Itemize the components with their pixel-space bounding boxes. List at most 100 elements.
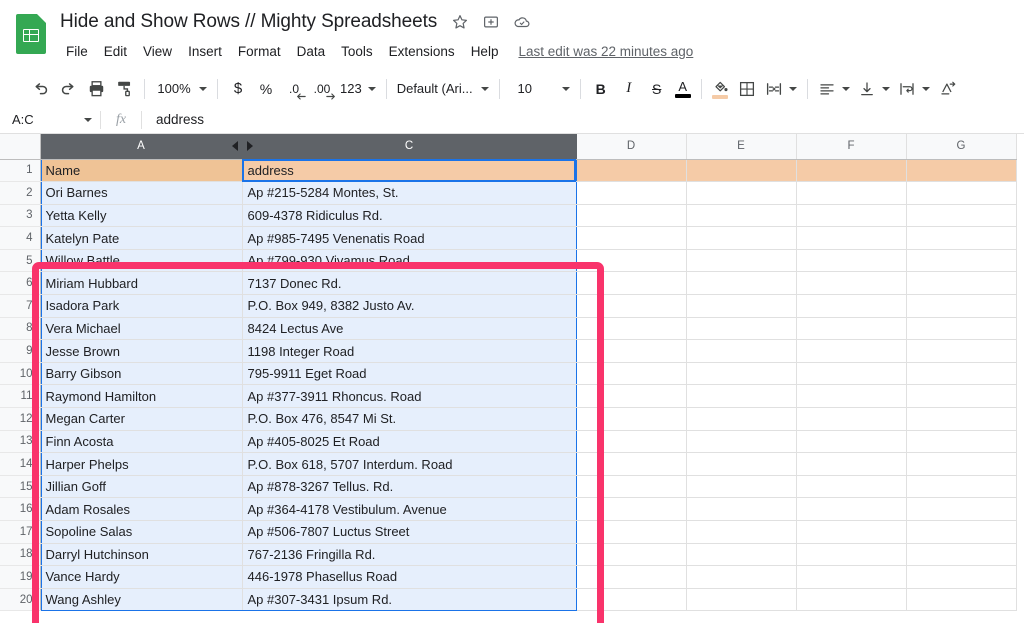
- cell-a11[interactable]: Raymond Hamilton: [40, 384, 243, 409]
- row-header[interactable]: 11: [0, 384, 41, 409]
- cell-e10[interactable]: [686, 362, 797, 386]
- cell-a9[interactable]: Jesse Brown: [40, 339, 243, 363]
- cell-e7[interactable]: [686, 294, 797, 318]
- cell-g20[interactable]: [906, 588, 1017, 612]
- cell-f3[interactable]: [796, 204, 907, 228]
- cell-d1[interactable]: [576, 159, 687, 183]
- row-header[interactable]: 8: [0, 317, 41, 341]
- move-to-folder-icon[interactable]: [482, 13, 500, 31]
- menu-data[interactable]: Data: [289, 41, 334, 62]
- cell-a15[interactable]: Jillian Goff: [40, 475, 243, 499]
- fill-color-button[interactable]: [708, 75, 733, 103]
- row-header[interactable]: 18: [0, 543, 41, 567]
- cell-c13[interactable]: Ap #405-8025 Et Road: [242, 430, 577, 454]
- cell-e11[interactable]: [686, 384, 797, 409]
- cell-e20[interactable]: [686, 588, 797, 612]
- cell-f6[interactable]: [796, 271, 907, 296]
- cell-a20[interactable]: Wang Ashley: [40, 588, 243, 612]
- cell-f2[interactable]: [796, 181, 907, 205]
- cell-g1[interactable]: [906, 159, 1017, 183]
- cell-a17[interactable]: Sopoline Salas: [40, 520, 243, 544]
- row-header[interactable]: 13: [0, 430, 41, 454]
- cell-c9[interactable]: 1198 Integer Road: [242, 339, 577, 363]
- cell-d7[interactable]: [576, 294, 687, 318]
- font-size-selector[interactable]: 10: [506, 75, 574, 103]
- cell-g5[interactable]: [906, 249, 1017, 273]
- row-header[interactable]: 10: [0, 362, 41, 386]
- cell-g17[interactable]: [906, 520, 1017, 544]
- vertical-align-button[interactable]: [854, 75, 894, 103]
- cell-f10[interactable]: [796, 362, 907, 386]
- menu-tools[interactable]: Tools: [333, 41, 381, 62]
- cell-c14[interactable]: P.O. Box 618, 5707 Interdum. Road: [242, 452, 577, 476]
- cell-d18[interactable]: [576, 543, 687, 567]
- cell-c12[interactable]: P.O. Box 476, 8547 Mi St.: [242, 407, 577, 431]
- cell-d6[interactable]: [576, 271, 687, 296]
- cell-e15[interactable]: [686, 475, 797, 499]
- cell-g11[interactable]: [906, 384, 1017, 409]
- cell-f16[interactable]: [796, 497, 907, 521]
- cell-e18[interactable]: [686, 543, 797, 567]
- cell-c1[interactable]: address: [242, 159, 577, 183]
- cell-d10[interactable]: [576, 362, 687, 386]
- cell-e3[interactable]: [686, 204, 797, 228]
- column-header-e[interactable]: E: [686, 134, 797, 160]
- cell-a19[interactable]: Vance Hardy: [40, 565, 243, 589]
- bold-button[interactable]: B: [587, 75, 615, 103]
- cell-c5[interactable]: Ap #799-930 Vivamus Road: [242, 249, 577, 273]
- cell-f17[interactable]: [796, 520, 907, 544]
- row-header[interactable]: 4: [0, 226, 41, 250]
- cell-f8[interactable]: [796, 317, 907, 341]
- row-header[interactable]: 3: [0, 204, 41, 228]
- cell-f14[interactable]: [796, 452, 907, 476]
- formula-input[interactable]: address: [142, 112, 1024, 127]
- cell-c10[interactable]: 795-9911 Eget Road: [242, 362, 577, 386]
- cell-c11[interactable]: Ap #377-3911 Rhoncus. Road: [242, 384, 577, 409]
- number-format-selector[interactable]: 123: [336, 75, 380, 103]
- cell-e6[interactable]: [686, 271, 797, 296]
- cell-a8[interactable]: Vera Michael: [40, 317, 243, 341]
- cell-a1[interactable]: Name: [40, 159, 243, 183]
- cell-a7[interactable]: Isadora Park: [40, 294, 243, 318]
- cell-e2[interactable]: [686, 181, 797, 205]
- cell-e9[interactable]: [686, 339, 797, 363]
- cell-d13[interactable]: [576, 430, 687, 454]
- cell-g9[interactable]: [906, 339, 1017, 363]
- cell-c20[interactable]: Ap #307-3431 Ipsum Rd.: [242, 588, 577, 612]
- row-header[interactable]: 14: [0, 452, 41, 476]
- cell-g6[interactable]: [906, 271, 1017, 296]
- print-icon[interactable]: [82, 75, 110, 103]
- cell-g2[interactable]: [906, 181, 1017, 205]
- cell-c19[interactable]: 446-1978 Phasellus Road: [242, 565, 577, 589]
- undo-icon[interactable]: [26, 75, 54, 103]
- cell-g19[interactable]: [906, 565, 1017, 589]
- row-header[interactable]: 15: [0, 475, 41, 499]
- column-header-g[interactable]: G: [906, 134, 1017, 160]
- cell-c2[interactable]: Ap #215-5284 Montes, St.: [242, 181, 577, 205]
- horizontal-align-button[interactable]: [814, 75, 854, 103]
- cell-f7[interactable]: [796, 294, 907, 318]
- menu-extensions[interactable]: Extensions: [381, 41, 463, 62]
- row-header[interactable]: 20: [0, 588, 41, 612]
- column-header-d[interactable]: D: [576, 134, 687, 160]
- cell-f11[interactable]: [796, 384, 907, 409]
- cell-e4[interactable]: [686, 226, 797, 250]
- cell-a2[interactable]: Ori Barnes: [40, 181, 243, 205]
- cell-d15[interactable]: [576, 475, 687, 499]
- row-header[interactable]: 5: [0, 249, 41, 273]
- cell-d8[interactable]: [576, 317, 687, 341]
- cell-f13[interactable]: [796, 430, 907, 454]
- cell-g16[interactable]: [906, 497, 1017, 521]
- cell-g7[interactable]: [906, 294, 1017, 318]
- cell-a16[interactable]: Adam Rosales: [40, 497, 243, 521]
- cell-g18[interactable]: [906, 543, 1017, 567]
- menu-insert[interactable]: Insert: [180, 41, 230, 62]
- spreadsheet-grid[interactable]: A C D E F G 1 Name address 2 Ori Barnes …: [0, 134, 1024, 623]
- cell-f12[interactable]: [796, 407, 907, 431]
- cell-a18[interactable]: Darryl Hutchinson: [40, 543, 243, 567]
- cell-c16[interactable]: Ap #364-4178 Vestibulum. Avenue: [242, 497, 577, 521]
- cell-a12[interactable]: Megan Carter: [40, 407, 243, 431]
- text-color-button[interactable]: A: [671, 75, 695, 103]
- text-wrap-button[interactable]: [894, 75, 934, 103]
- merge-cells-button[interactable]: [761, 75, 801, 103]
